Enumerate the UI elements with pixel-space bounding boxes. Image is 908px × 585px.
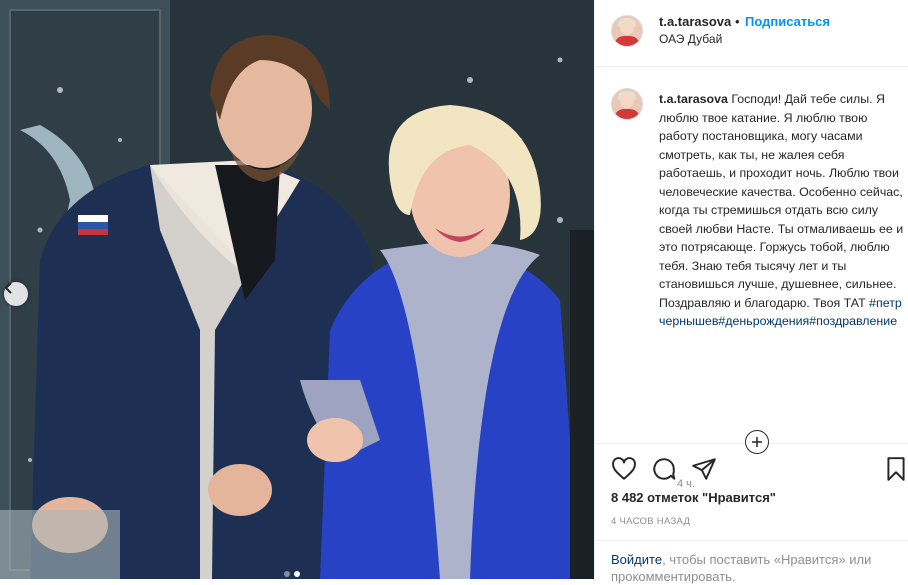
post-panel: t.a.tarasova • Подписаться ОАЭ Дубай t.a…	[594, 0, 908, 584]
caption-text-block: t.a.tarasova Господи! Дай тебе силы. Я л…	[659, 90, 907, 331]
photo-illustration	[0, 0, 594, 579]
heart-icon	[612, 457, 636, 480]
carousel-dot	[284, 571, 290, 577]
location-link[interactable]: ОАЭ Дубай	[659, 32, 722, 46]
load-more-comments-button[interactable]	[745, 430, 769, 454]
post-timestamp[interactable]: 4 ЧАСОВ НАЗАД	[611, 516, 690, 527]
paper-plane-icon	[692, 458, 716, 480]
carousel-prev-button[interactable]	[4, 282, 28, 306]
header-username[interactable]: t.a.tarasova	[659, 14, 731, 29]
share-button[interactable]	[691, 456, 717, 482]
caption-avatar[interactable]	[611, 88, 643, 120]
caption-username[interactable]: t.a.tarasova	[659, 92, 728, 106]
bookmark-icon	[887, 457, 905, 481]
plus-icon	[752, 437, 762, 447]
header-separator: •	[735, 14, 740, 29]
login-prompt-text: Войдите, чтобы поставить «Нравится» или …	[611, 551, 901, 585]
comment-button[interactable]	[651, 456, 677, 482]
caption-body: Господи! Дай тебе силы. Я люблю твое кат…	[659, 92, 904, 310]
post-photo[interactable]	[0, 0, 594, 579]
save-button[interactable]	[883, 456, 908, 482]
action-bar	[611, 456, 907, 482]
post-header: t.a.tarasova • Подписаться ОАЭ Дубай	[595, 0, 908, 67]
login-prompt: Войдите, чтобы поставить «Нравится» или …	[595, 540, 908, 584]
follow-button[interactable]: Подписаться	[745, 14, 830, 29]
comment-icon	[653, 458, 676, 480]
chevron-left-icon	[4, 282, 12, 294]
login-link[interactable]: Войдите	[611, 552, 662, 567]
carousel-dot-active	[294, 571, 300, 577]
avatar[interactable]	[611, 15, 643, 47]
like-button[interactable]	[611, 456, 637, 482]
carousel-indicator	[284, 571, 300, 577]
likes-count[interactable]: 8 482 отметок "Нравится"	[611, 490, 776, 505]
